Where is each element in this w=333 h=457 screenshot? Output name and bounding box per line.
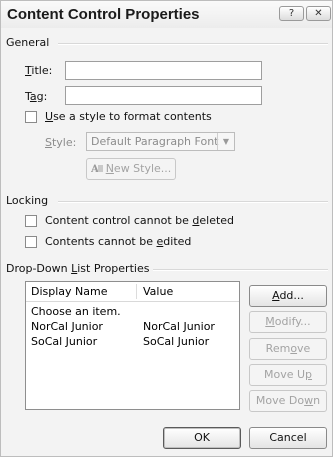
add-button[interactable]: Add... <box>249 285 327 307</box>
use-style-label: Use a style to format contents <box>45 110 212 123</box>
column-separator[interactable] <box>136 284 137 299</box>
help-button[interactable]: ? <box>279 6 304 21</box>
dropdown-list-heading: Drop-Down List Properties <box>6 262 150 275</box>
new-style-icon: A <box>91 164 103 173</box>
dropdown-list-divider <box>153 269 328 271</box>
style-dropdown-value: Default Paragraph Font <box>91 135 219 148</box>
title-label: Title: <box>25 64 53 77</box>
locking-heading: Locking <box>6 194 49 207</box>
style-label: Style: <box>45 136 77 149</box>
close-button[interactable]: ✕ <box>306 6 331 21</box>
content-control-properties-dialog: Content Control Properties ? ✕ General T… <box>0 0 333 457</box>
row-display-name: NorCal Junior <box>31 320 103 333</box>
cannot-delete-checkbox[interactable] <box>25 215 37 227</box>
modify-button[interactable]: Modify... <box>249 311 327 333</box>
general-divider <box>58 43 328 45</box>
row-display-name: SoCal Junior <box>31 335 98 348</box>
svg-text:A: A <box>91 164 99 173</box>
use-style-checkbox[interactable] <box>25 111 37 123</box>
help-icon: ? <box>288 8 295 19</box>
new-style-button[interactable]: A New Style... <box>86 158 176 180</box>
window-title: Content Control Properties <box>7 6 200 23</box>
chevron-down-icon[interactable]: ▼ <box>217 133 234 150</box>
column-value[interactable]: Value <box>143 285 173 298</box>
row-display-name: Choose an item. <box>31 305 121 318</box>
table-header: Display Name Value <box>26 282 239 302</box>
column-display-name[interactable]: Display Name <box>31 285 108 298</box>
close-icon: ✕ <box>314 8 323 19</box>
cannot-delete-label: Content control cannot be deleted <box>45 214 235 227</box>
style-dropdown[interactable]: Default Paragraph Font ▼ <box>86 132 235 151</box>
general-heading: General <box>6 36 50 49</box>
move-up-button[interactable]: Move Up <box>249 364 327 386</box>
dropdown-list-table[interactable]: Display Name Value Choose an item. NorCa… <box>25 281 240 410</box>
row-value: NorCal Junior <box>143 320 215 333</box>
tag-label: Tag: <box>25 90 48 103</box>
title-field[interactable] <box>65 61 262 80</box>
ok-button[interactable]: OK <box>163 427 241 449</box>
move-down-button[interactable]: Move Down <box>249 390 327 412</box>
cancel-button[interactable]: Cancel <box>249 427 327 449</box>
locking-divider <box>58 201 328 203</box>
tag-field[interactable] <box>65 86 262 105</box>
row-value: SoCal Junior <box>143 335 210 348</box>
cannot-edit-checkbox[interactable] <box>25 236 37 248</box>
remove-button[interactable]: Remove <box>249 338 327 360</box>
title-bar[interactable]: Content Control Properties ? ✕ <box>1 1 332 28</box>
cannot-edit-label: Contents cannot be edited <box>45 235 192 248</box>
